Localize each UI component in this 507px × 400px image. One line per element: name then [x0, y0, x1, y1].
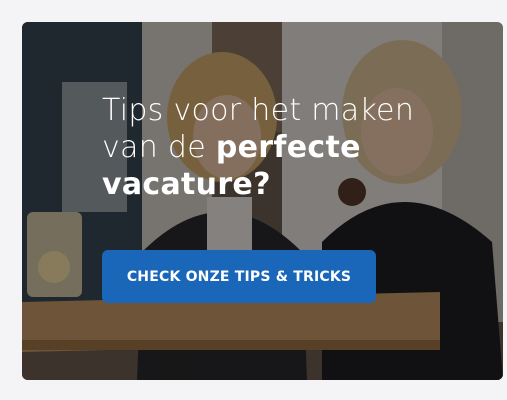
headline-line-2-prefix: van de: [102, 130, 206, 165]
headline-line-2: van de perfecte: [102, 129, 432, 166]
check-tips-button[interactable]: CHECK ONZE TIPS & TRICKS: [102, 250, 376, 303]
banner-headline: Tips voor het maken van de perfecte vaca…: [102, 92, 432, 203]
headline-line-1: Tips voor het maken: [102, 93, 415, 128]
headline-emphasis-vacature: vacature?: [102, 167, 271, 202]
headline-emphasis-perfecte: perfecte: [215, 130, 361, 165]
promo-banner[interactable]: Tips voor het maken van de perfecte vaca…: [22, 22, 503, 380]
